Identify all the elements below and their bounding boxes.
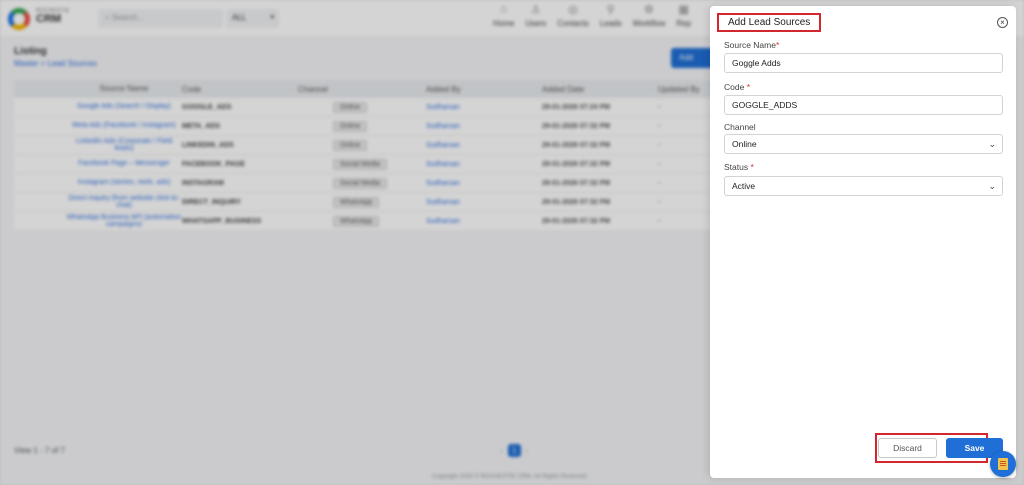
channel-label: Channel	[724, 122, 756, 132]
source-name-label-text: Source Name	[724, 40, 776, 50]
status-select[interactable]: Active ⌄	[724, 176, 1003, 196]
status-select-value: Active	[732, 181, 756, 191]
required-mark: *	[775, 40, 780, 50]
channel-select[interactable]: Online ⌄	[724, 134, 1003, 154]
status-label: Status *	[724, 162, 754, 172]
source-name-input[interactable]: Goggle Adds	[724, 53, 1003, 73]
add-lead-source-drawer: Add Lead Sources × Source Name* Goggle A…	[710, 6, 1016, 478]
close-circle-icon[interactable]: ×	[997, 17, 1008, 28]
discard-button[interactable]: Discard	[878, 438, 937, 458]
drawer-title: Add Lead Sources	[717, 13, 822, 32]
notes-fab-button[interactable]	[990, 451, 1016, 477]
channel-select-value: Online	[732, 139, 757, 149]
code-input[interactable]: GOGGLE_ADDS	[724, 95, 1003, 115]
required-mark: *	[746, 82, 751, 92]
chevron-down-icon: ⌄	[988, 139, 996, 149]
status-label-text: Status	[724, 162, 749, 172]
required-mark: *	[750, 162, 754, 172]
code-label: Code *	[724, 82, 750, 92]
source-name-label: Source Name*	[724, 40, 779, 50]
chevron-down-icon: ⌄	[988, 181, 996, 191]
document-icon	[998, 458, 1008, 470]
code-label-text: Code	[724, 82, 745, 92]
